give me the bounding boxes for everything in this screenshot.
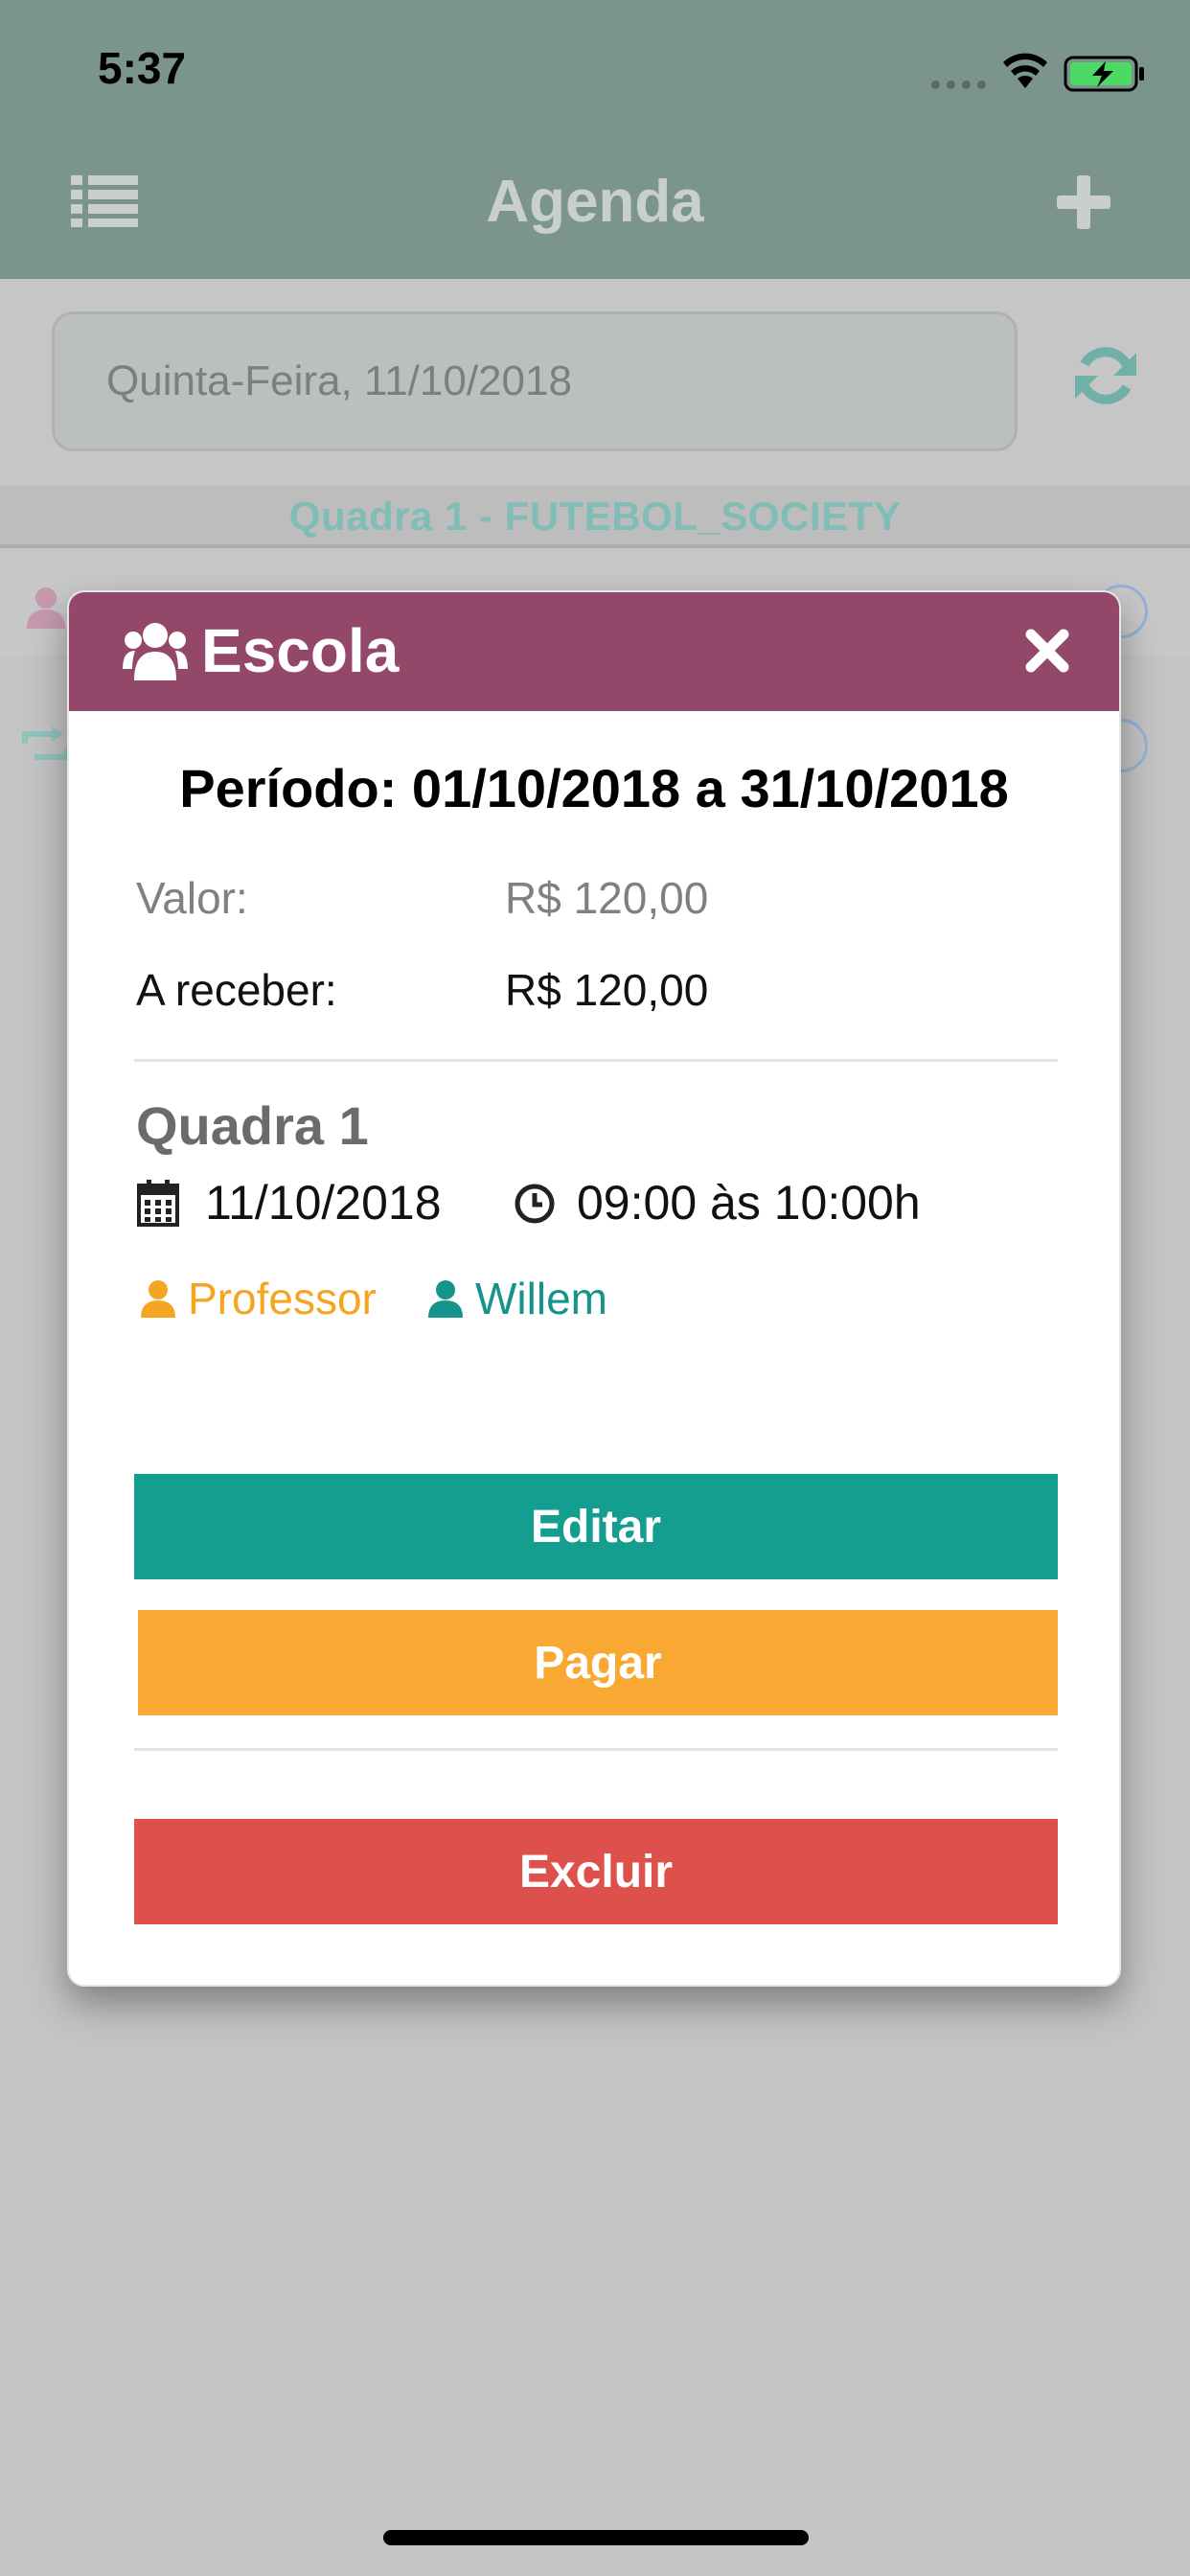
booking-detail-modal: Escola Período: 01/10/2018 a 31/10/2018 … <box>67 590 1121 1987</box>
refresh-icon[interactable] <box>1071 341 1140 410</box>
page-title: Agenda <box>486 169 704 235</box>
divider <box>134 1748 1058 1751</box>
wifi-icon <box>1003 53 1047 88</box>
signal-icon <box>931 80 986 89</box>
date-input[interactable]: Quinta-Feira, 11/10/2018 <box>52 311 1018 451</box>
receivable-label: A receber: <box>136 965 337 1015</box>
court-name: Quadra 1 <box>136 1095 369 1156</box>
delete-button[interactable]: Excluir <box>134 1819 1058 1924</box>
value-label: Valor: <box>136 873 248 923</box>
close-icon <box>1025 629 1069 673</box>
user-icon <box>428 1280 463 1318</box>
clock-icon <box>515 1184 555 1224</box>
users-icon <box>123 623 188 680</box>
status-bar: 5:37 <box>0 0 1190 139</box>
repeat-icon <box>22 726 70 760</box>
modal-title: Escola <box>201 616 400 685</box>
date-time-row: 11/10/2018 09:00 às 10:00h <box>136 1175 1056 1232</box>
plus-icon[interactable] <box>1057 175 1110 229</box>
modal-header: Escola <box>69 592 1119 711</box>
nav-bar: Agenda <box>0 139 1190 279</box>
user-icon <box>141 1280 175 1318</box>
value-amount: R$ 120,00 <box>505 873 709 923</box>
status-time: 5:37 <box>98 43 187 93</box>
battery-icon <box>1064 56 1144 92</box>
student-name: Willem <box>475 1274 607 1323</box>
booking-date: 11/10/2018 <box>205 1176 442 1230</box>
teacher-label: Professor <box>188 1274 377 1323</box>
period-text: Período: 01/10/2018 a 31/10/2018 <box>179 758 1009 818</box>
home-indicator[interactable] <box>383 2530 809 2545</box>
close-button[interactable] <box>1016 619 1079 682</box>
users-icon <box>27 587 65 629</box>
people-row: Professor Willem <box>140 1273 1002 1326</box>
edit-button[interactable]: Editar <box>134 1474 1058 1579</box>
student-tag: Willem <box>427 1273 607 1324</box>
receivable-amount: R$ 120,00 <box>505 965 709 1015</box>
pay-button[interactable]: Pagar <box>138 1610 1058 1715</box>
divider <box>134 1059 1058 1062</box>
date-selector-area: Quinta-Feira, 11/10/2018 <box>0 279 1190 485</box>
court-section-header: Quadra 1 - FUTEBOL_SOCIETY <box>0 485 1190 548</box>
booking-time: 09:00 às 10:00h <box>577 1176 921 1230</box>
calendar-icon <box>137 1180 179 1227</box>
teacher-tag: Professor <box>140 1273 377 1324</box>
